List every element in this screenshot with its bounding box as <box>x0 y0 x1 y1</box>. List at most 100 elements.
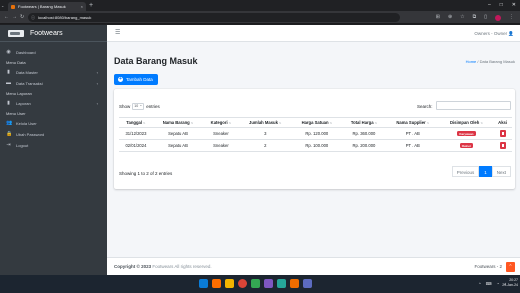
search-input[interactable] <box>436 101 511 110</box>
zoom-icon[interactable]: ⊕ <box>448 11 452 24</box>
column-header[interactable]: Nama Barang⇅ <box>152 117 204 128</box>
cell-disimpan-oleh: Karyawan <box>439 127 494 140</box>
sidebar-item-kelola-user[interactable]: 👥 Kelola User <box>0 118 107 129</box>
sort-icon[interactable]: ⇅ <box>375 121 378 125</box>
hamburger-menu-icon[interactable]: ☰ <box>115 25 120 42</box>
brand-link[interactable]: Footwears <box>0 25 107 42</box>
sidebar-item-logout[interactable]: ⇥ Logout <box>0 140 107 151</box>
menu-kebab-icon[interactable]: ⋮ <box>509 11 514 24</box>
favicon-icon <box>11 4 15 9</box>
copyright-text: Footwears All rights reserved. <box>151 264 212 269</box>
tab-search-icon[interactable]: ⌄ <box>1 2 6 9</box>
next-page-button[interactable]: Next <box>491 166 511 177</box>
back-icon[interactable]: ← <box>4 11 9 24</box>
sort-icon[interactable]: ⇅ <box>229 121 232 125</box>
translate-icon[interactable]: ⊞ <box>436 11 440 24</box>
cell-harga: Rp. 100.000 <box>291 139 342 152</box>
sidebar-menu: ◉ Dashboard Menu Data ▮ Data Master ‹ ▬ Data Tr… <box>0 42 107 151</box>
profile-avatar[interactable] <box>495 14 501 21</box>
address-bar[interactable]: ⓘ localhost:8080/barang_masuk <box>28 13 400 22</box>
cell-supplier: PT . AB <box>385 139 440 152</box>
column-header[interactable]: Disimpan Oleh⇅ <box>439 117 494 128</box>
role-badge: Owner <box>459 143 474 149</box>
app-icon[interactable] <box>264 279 273 288</box>
wifi-icon[interactable]: ◔ <box>497 275 499 293</box>
column-header[interactable]: Total Harga⇅ <box>341 117 386 128</box>
os-taskbar: ^ ⌨ ◔ ♪ 20:27 29-Jan-24 <box>0 275 520 293</box>
delete-trash-icon[interactable] <box>499 130 506 137</box>
delete-trash-icon[interactable] <box>499 142 506 149</box>
chevron-up-icon[interactable]: ^ <box>479 275 481 293</box>
role-badge: Karyawan <box>457 131 476 137</box>
browser-tab[interactable]: Footwears | Barang Masuk × <box>8 2 86 11</box>
add-data-button[interactable]: + Tambah Data <box>114 74 158 85</box>
column-header[interactable]: Nama Supplier⇅ <box>385 117 440 128</box>
sidebar-item-label: Laporan <box>16 101 31 106</box>
minimize-button[interactable]: – <box>488 1 491 10</box>
forward-icon[interactable]: → <box>12 11 17 24</box>
column-header[interactable]: Aksi <box>493 117 512 128</box>
app-icon[interactable] <box>212 279 221 288</box>
sort-icon[interactable]: ⇅ <box>191 121 194 125</box>
column-header-label: Kategori <box>210 120 228 125</box>
tab-close-icon[interactable]: × <box>81 2 83 11</box>
sidepanel-icon[interactable]: ▯ <box>484 11 487 24</box>
column-header[interactable]: Harga Satuan⇅ <box>291 117 342 128</box>
previous-page-button[interactable]: Previous <box>451 166 480 177</box>
app: Footwears ◉ Dashboard Menu Data ▮ Data Maste… <box>0 25 520 275</box>
page-1-button[interactable]: 1 <box>479 166 492 177</box>
column-header-label: Nama Supplier <box>396 120 426 125</box>
app-icon[interactable] <box>251 279 260 288</box>
cell-nama: Sepatu AB <box>152 127 204 140</box>
bookmark-star-icon[interactable]: ☆ <box>460 11 464 24</box>
column-header-label: Aksi <box>498 120 508 125</box>
extensions-icon[interactable]: ⧉ <box>473 11 477 24</box>
sort-icon[interactable]: ⇅ <box>330 121 333 125</box>
show-label: Show <box>119 104 131 109</box>
sort-icon[interactable]: ⇅ <box>427 121 430 125</box>
cell-total: Rp. 360.000 <box>341 127 386 140</box>
sidebar-item-data-transaksi[interactable]: ▬ Data Transaksi ‹ <box>0 78 107 89</box>
column-header[interactable]: Kategori⇅ <box>203 117 239 128</box>
sidebar-item-ubah-password[interactable]: 🔒 Ubah Password <box>0 129 107 140</box>
maximize-button[interactable]: □ <box>500 1 503 10</box>
sort-icon[interactable]: ⇅ <box>480 121 483 125</box>
browser-window: ⌄ Footwears | Barang Masuk × + – □ ✕ ← →… <box>0 0 520 293</box>
file-explorer-icon[interactable] <box>225 279 234 288</box>
sidebar-item-label: Dashboard <box>16 50 36 55</box>
site-info-icon[interactable]: ⓘ <box>31 13 35 22</box>
column-header-label: Tanggal <box>126 120 143 125</box>
chrome-icon[interactable] <box>238 279 247 288</box>
breadcrumb-home-link[interactable]: Home <box>466 59 477 64</box>
table-row: 02/01/2024 Sepatu AB Sneaker 2 Rp. 100.000 Rp… <box>119 139 512 152</box>
entries-select[interactable]: 10 <box>132 103 145 110</box>
table-body: 31/12/2023 Sepatu AB Sneaker 3 Rp. 120.000 Rp… <box>119 127 512 152</box>
column-header[interactable]: Tanggal⇅ <box>119 117 153 128</box>
sidebar-item-label: Data Master <box>16 70 38 75</box>
column-header[interactable]: Jumlah Masuk⇅ <box>238 117 292 128</box>
cell-aksi <box>493 127 512 140</box>
sidebar-item-data-master[interactable]: ▮ Data Master ‹ <box>0 67 107 78</box>
sidebar-item-laporan[interactable]: ▮ Laporan ‹ <box>0 98 107 109</box>
sidebar-item-dashboard[interactable]: ◉ Dashboard <box>0 47 107 58</box>
new-tab-button[interactable]: + <box>89 1 93 10</box>
column-header-label: Total Harga <box>350 120 374 125</box>
app-icon[interactable] <box>290 279 299 288</box>
taskbar-clock[interactable]: 20:27 29-Jan-24 <box>502 278 518 288</box>
start-windows-icon[interactable] <box>199 279 208 288</box>
sidebar-item-label: Kelola User <box>16 121 37 126</box>
close-window-button[interactable]: ✕ <box>512 1 516 10</box>
column-header-label: Disimpan Oleh <box>449 120 480 125</box>
user-menu[interactable]: Owners - Owner 👤 <box>474 25 514 42</box>
keyboard-icon[interactable]: ⌨ <box>486 275 492 293</box>
sort-icon[interactable]: ⇅ <box>143 121 146 125</box>
sidebar-item-label: Ubah Password <box>16 132 45 137</box>
app-icon[interactable] <box>277 279 286 288</box>
brand-logo-icon <box>8 29 24 37</box>
app-icon[interactable] <box>303 279 312 288</box>
breadcrumb-separator: / <box>477 59 479 64</box>
sidebar: Footwears ◉ Dashboard Menu Data ▮ Data Maste… <box>0 25 107 275</box>
sort-icon[interactable]: ⇅ <box>279 121 282 125</box>
back-to-top-button[interactable]: ⌃ <box>506 262 515 272</box>
reload-icon[interactable]: ↻ <box>20 11 24 24</box>
